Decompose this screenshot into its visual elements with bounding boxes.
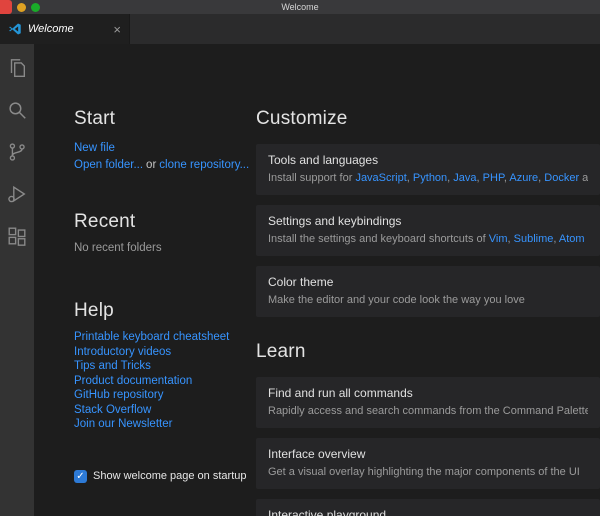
inline-link[interactable]: Vim xyxy=(489,233,508,245)
workbench: Start New file Open folder...orclone rep… xyxy=(0,44,600,516)
window-controls xyxy=(0,0,40,14)
card-find-run-commands[interactable]: Find and run all commands Rapidly access… xyxy=(256,377,600,428)
source-control-button[interactable] xyxy=(5,140,29,164)
card-title: Settings and keybindings xyxy=(268,214,588,228)
start-heading: Start xyxy=(74,108,256,130)
show-welcome-label: Show welcome page on startup xyxy=(93,470,246,482)
customize-heading: Customize xyxy=(256,108,600,130)
card-title: Interface overview xyxy=(268,447,588,461)
text-segment: a... xyxy=(585,233,588,245)
text-segment: Make the editor and your code look the w… xyxy=(268,294,525,306)
inline-link[interactable]: Java xyxy=(453,172,476,184)
explorer-button[interactable] xyxy=(5,56,29,80)
startup-option: ✓ Show welcome page on startup xyxy=(74,470,256,483)
recent-heading: Recent xyxy=(74,211,256,233)
search-button[interactable] xyxy=(5,98,29,122)
card-description: Get a visual overlay highlighting the ma… xyxy=(268,465,588,479)
card-title: Tools and languages xyxy=(268,153,588,167)
open-folder-link[interactable]: Open folder... xyxy=(74,157,143,173)
card-title: Interactive playground xyxy=(268,508,588,516)
card-description: Install the settings and keyboard shortc… xyxy=(268,232,588,246)
welcome-right-column: Customize Tools and languages Install su… xyxy=(256,108,600,516)
tab-welcome[interactable]: Welcome × xyxy=(0,14,130,44)
titlebar: Welcome xyxy=(0,0,600,14)
card-tools-and-languages[interactable]: Tools and languages Install support for … xyxy=(256,144,600,195)
search-icon xyxy=(6,99,28,121)
card-title: Color theme xyxy=(268,275,588,289)
close-window-button[interactable] xyxy=(0,0,12,14)
window-title: Welcome xyxy=(0,0,600,14)
help-link-product-documentation[interactable]: Product documentation xyxy=(74,375,256,389)
activity-bar xyxy=(0,44,34,516)
extensions-button[interactable] xyxy=(5,224,29,248)
show-welcome-checkbox[interactable]: ✓ xyxy=(74,470,87,483)
help-heading: Help xyxy=(74,300,256,322)
help-link-keyboard-cheatsheet[interactable]: Printable keyboard cheatsheet xyxy=(74,331,256,345)
card-interactive-playground[interactable]: Interactive playground Try out essential… xyxy=(256,499,600,516)
card-settings-and-keybindings[interactable]: Settings and keybindings Install the set… xyxy=(256,205,600,256)
help-link-github-repository[interactable]: GitHub repository xyxy=(74,389,256,403)
tab-bar: Welcome × xyxy=(0,14,600,44)
no-recent-folders-text: No recent folders xyxy=(74,242,256,254)
card-description: Rapidly access and search commands from … xyxy=(268,404,588,418)
text-segment: Get a visual overlay highlighting the ma… xyxy=(268,466,580,478)
run-debug-icon xyxy=(6,183,28,205)
or-text: or xyxy=(146,159,156,171)
vscode-window: Welcome Welcome × xyxy=(0,0,600,516)
minimize-window-button[interactable] xyxy=(17,3,26,12)
welcome-left-column: Start New file Open folder...orclone rep… xyxy=(74,108,256,516)
run-debug-button[interactable] xyxy=(5,182,29,206)
help-link-join-newsletter[interactable]: Join our Newsletter xyxy=(74,418,256,432)
new-file-link[interactable]: New file xyxy=(74,140,115,156)
text-segment: Install support for xyxy=(268,172,355,184)
clone-repository-link[interactable]: clone repository... xyxy=(159,157,249,173)
inline-link[interactable]: Sublime xyxy=(514,233,554,245)
inline-link[interactable]: Python xyxy=(413,172,447,184)
card-title: Find and run all commands xyxy=(268,386,588,400)
learn-heading: Learn xyxy=(256,341,600,363)
welcome-page: Start New file Open folder...orclone rep… xyxy=(34,44,600,516)
inline-link[interactable]: Docker xyxy=(544,172,579,184)
vscode-logo-icon xyxy=(8,22,22,36)
card-interface-overview[interactable]: Interface overview Get a visual overlay … xyxy=(256,438,600,489)
text-segment: an... xyxy=(579,172,588,184)
tab-close-icon[interactable]: × xyxy=(113,23,121,36)
source-control-icon xyxy=(6,141,28,163)
zoom-window-button[interactable] xyxy=(31,3,40,12)
extensions-icon xyxy=(6,225,28,247)
help-link-introductory-videos[interactable]: Introductory videos xyxy=(74,346,256,360)
inline-link[interactable]: JavaScript xyxy=(355,172,406,184)
inline-link[interactable]: Azure xyxy=(509,172,538,184)
explorer-icon xyxy=(6,57,28,79)
inline-link[interactable]: Atom xyxy=(559,233,585,245)
text-segment: Rapidly access and search commands from … xyxy=(268,405,588,417)
inline-link[interactable]: PHP xyxy=(483,172,504,184)
text-segment: Install the settings and keyboard shortc… xyxy=(268,233,489,245)
card-color-theme[interactable]: Color theme Make the editor and your cod… xyxy=(256,266,600,317)
card-description: Install support for JavaScript, Python, … xyxy=(268,171,588,185)
tab-label: Welcome xyxy=(28,23,74,35)
help-link-stack-overflow[interactable]: Stack Overflow xyxy=(74,404,256,418)
help-link-tips-and-tricks[interactable]: Tips and Tricks xyxy=(74,360,256,374)
card-description: Make the editor and your code look the w… xyxy=(268,293,588,307)
